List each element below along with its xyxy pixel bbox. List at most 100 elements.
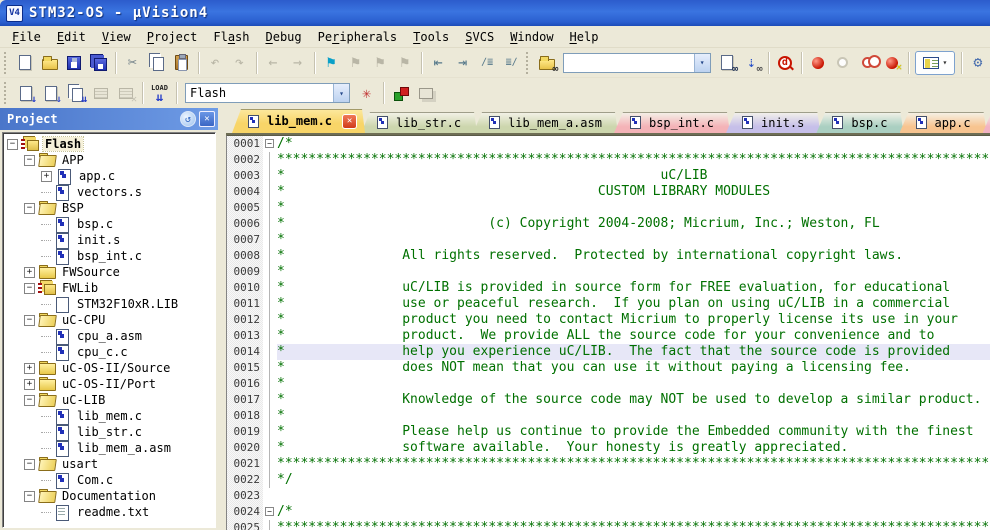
copy-button[interactable] bbox=[145, 51, 170, 75]
find-in-files-button[interactable]: ∞ bbox=[535, 51, 560, 75]
manage-components-button[interactable] bbox=[388, 81, 413, 105]
tree-item-vectors-s[interactable]: vectors.s bbox=[5, 184, 215, 200]
fold-collapse-icon[interactable]: − bbox=[265, 507, 274, 516]
tab-lib-mem-c[interactable]: lib_mem.c✕ bbox=[232, 109, 365, 133]
tree-item-cpu-a-asm[interactable]: cpu_a.asm bbox=[5, 328, 215, 344]
chevron-down-icon[interactable]: ▾ bbox=[694, 54, 710, 72]
batch-build-button[interactable] bbox=[88, 81, 113, 105]
menu-debug[interactable]: Debug bbox=[258, 28, 310, 46]
menu-peripherals[interactable]: Peripherals bbox=[310, 28, 405, 46]
tree-item-uc-os-ii-port[interactable]: +uC-OS-II/Port bbox=[5, 376, 215, 392]
expand-icon[interactable]: + bbox=[24, 363, 35, 374]
chevron-down-icon[interactable]: ▾ bbox=[333, 84, 349, 102]
insert-remove-breakpoint-button[interactable] bbox=[806, 51, 831, 75]
collapse-icon[interactable]: − bbox=[24, 283, 35, 294]
disable-all-breakpoints-button[interactable] bbox=[855, 51, 880, 75]
stop-build-button[interactable]: ✕ bbox=[113, 81, 138, 105]
save-all-button[interactable] bbox=[87, 51, 112, 75]
tree-item-fwlib[interactable]: −FWLib bbox=[5, 280, 215, 296]
collapse-icon[interactable]: − bbox=[24, 395, 35, 406]
tree-item-fwsource[interactable]: +FWSource bbox=[5, 264, 215, 280]
tab-init-s[interactable]: init.s bbox=[726, 112, 820, 133]
menu-help[interactable]: Help bbox=[562, 28, 607, 46]
paste-button[interactable] bbox=[169, 51, 194, 75]
indent-button[interactable]: ⇥ bbox=[450, 51, 475, 75]
code-area[interactable]: 0001−/*0002*****************************… bbox=[226, 135, 990, 530]
tree-item-documentation[interactable]: −Documentation bbox=[5, 488, 215, 504]
cut-button[interactable]: ✂ bbox=[120, 51, 145, 75]
unindent-button[interactable]: ⇤ bbox=[426, 51, 451, 75]
target-select[interactable]: Flash▾ bbox=[185, 83, 350, 103]
tab-bsp-c[interactable]: bsp.c bbox=[816, 112, 903, 133]
menu-edit[interactable]: Edit bbox=[49, 28, 94, 46]
expand-icon[interactable]: + bbox=[24, 267, 35, 278]
tree-item-uc-os-ii-source[interactable]: +uC-OS-II/Source bbox=[5, 360, 215, 376]
translate-file-button[interactable]: ↓ bbox=[13, 81, 38, 105]
tree-item-com-c[interactable]: Com.c bbox=[5, 472, 215, 488]
tree-item-usart[interactable]: −usart bbox=[5, 456, 215, 472]
navigate-forward-button[interactable]: → bbox=[285, 51, 310, 75]
find-button[interactable]: ∞ bbox=[715, 51, 740, 75]
window-layout-button[interactable]: ▾ bbox=[915, 51, 954, 75]
fold-collapse-icon[interactable]: − bbox=[265, 139, 274, 148]
next-bookmark-button[interactable]: ⚑ bbox=[368, 51, 393, 75]
tree-item-app-c[interactable]: +app.c bbox=[5, 168, 215, 184]
collapse-icon[interactable]: − bbox=[24, 459, 35, 470]
enable-disable-breakpoint-button[interactable] bbox=[831, 51, 856, 75]
redo-button[interactable]: ↷ bbox=[227, 51, 252, 75]
options-for-target-button[interactable]: ✳ bbox=[354, 81, 379, 105]
menu-window[interactable]: Window bbox=[502, 28, 561, 46]
clear-all-bookmarks-button[interactable]: ⚑ bbox=[392, 51, 417, 75]
collapse-icon[interactable]: − bbox=[24, 491, 35, 502]
open-file-button[interactable] bbox=[37, 51, 62, 75]
toggle-bookmark-button[interactable]: ⚑ bbox=[319, 51, 344, 75]
uncomment-selection-button[interactable]: ≣∕ bbox=[499, 51, 524, 75]
tab-lib-mem-a-asm[interactable]: lib_mem_a.asm bbox=[473, 112, 618, 133]
undo-button[interactable]: ↶ bbox=[203, 51, 228, 75]
menu-project[interactable]: Project bbox=[139, 28, 206, 46]
tab-bsp-int-c[interactable]: bsp_int.c bbox=[614, 112, 730, 133]
rebuild-all-button[interactable]: ⇊ bbox=[63, 81, 88, 105]
tree-item-flash[interactable]: −Flash bbox=[5, 136, 215, 152]
comment-selection-button[interactable]: ∕≣ bbox=[475, 51, 500, 75]
close-icon[interactable]: ✕ bbox=[342, 114, 357, 129]
tab-lib-str-c[interactable]: lib_str.c bbox=[361, 112, 477, 133]
tree-item-stm32f10xr-lib[interactable]: STM32F10xR.LIB bbox=[5, 296, 215, 312]
tree-item-bsp-c[interactable]: bsp.c bbox=[5, 216, 215, 232]
navigate-back-button[interactable]: ← bbox=[261, 51, 286, 75]
menu-file[interactable]: File bbox=[4, 28, 49, 46]
menu-flash[interactable]: Flash bbox=[205, 28, 257, 46]
expand-icon[interactable]: + bbox=[41, 171, 52, 182]
tree-item-lib-mem-c[interactable]: lib_mem.c bbox=[5, 408, 215, 424]
project-windows-button[interactable] bbox=[413, 81, 438, 105]
tree-item-bsp-int-c[interactable]: bsp_int.c bbox=[5, 248, 215, 264]
tree-item-lib-str-c[interactable]: lib_str.c bbox=[5, 424, 215, 440]
menu-svcs[interactable]: SVCS bbox=[457, 28, 502, 46]
save-file-button[interactable] bbox=[62, 51, 87, 75]
tree-item-lib-mem-a-asm[interactable]: lib_mem_a.asm bbox=[5, 440, 215, 456]
expand-icon[interactable]: + bbox=[24, 379, 35, 390]
collapse-icon[interactable]: − bbox=[24, 203, 35, 214]
wrench-configure-button[interactable]: ⚙ bbox=[966, 51, 990, 75]
incremental-find-button[interactable]: ⇣∞ bbox=[739, 51, 764, 75]
tree-item-init-s[interactable]: init.s bbox=[5, 232, 215, 248]
download-to-flash-button[interactable]: LOAD⇊ bbox=[147, 81, 172, 105]
pin-icon[interactable]: ↺ bbox=[180, 111, 196, 127]
kill-all-breakpoints-button[interactable] bbox=[880, 51, 905, 75]
tree-item-bsp[interactable]: −BSP bbox=[5, 200, 215, 216]
new-file-button[interactable] bbox=[13, 51, 38, 75]
previous-bookmark-button[interactable]: ⚑ bbox=[343, 51, 368, 75]
build-target-button[interactable]: ⇓ bbox=[38, 81, 63, 105]
tree-item-readme-txt[interactable]: readme.txt bbox=[5, 504, 215, 520]
tree-item-app[interactable]: −APP bbox=[5, 152, 215, 168]
collapse-icon[interactable]: − bbox=[24, 315, 35, 326]
panel-splitter[interactable] bbox=[218, 108, 226, 530]
search-box[interactable]: ▾ bbox=[563, 53, 710, 73]
tree-item-uc-cpu[interactable]: −uC-CPU bbox=[5, 312, 215, 328]
collapse-icon[interactable]: − bbox=[7, 139, 18, 150]
menu-view[interactable]: View bbox=[94, 28, 139, 46]
tab-app-c[interactable]: app.c bbox=[900, 112, 987, 133]
start-stop-debug-button[interactable]: d bbox=[773, 51, 798, 75]
collapse-icon[interactable]: − bbox=[24, 155, 35, 166]
tree-item-uc-lib[interactable]: −uC-LIB bbox=[5, 392, 215, 408]
